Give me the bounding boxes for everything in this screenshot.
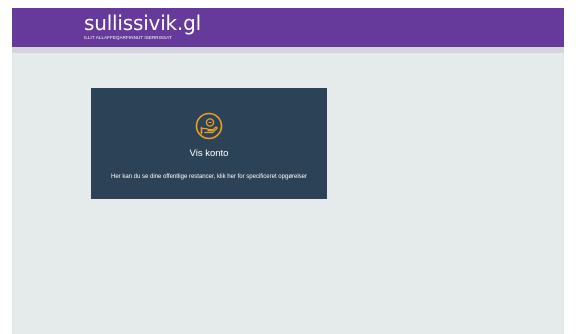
logo-subtitle: ILLIT ALLAFFEQARFINNUT ISERRISSAT — [84, 35, 172, 40]
card-title: Vis konto — [189, 148, 229, 159]
vis-konto-card[interactable]: Vis konto Her kan du se dine offentlige … — [91, 88, 327, 199]
logo-title: sullissivik.gl — [84, 11, 201, 35]
card-description: Her kan du se dine offentlige restancer,… — [111, 174, 307, 180]
browser-viewport: sullissivik.gl ILLIT ALLAFFEQARFINNUT IS… — [12, 8, 564, 334]
site-logo[interactable]: sullissivik.gl ILLIT ALLAFFEQARFINNUT IS… — [84, 12, 201, 41]
site-header: sullissivik.gl ILLIT ALLAFFEQARFINNUT IS… — [12, 8, 564, 47]
hand-coin-icon — [195, 112, 223, 140]
header-divider — [12, 47, 564, 53]
